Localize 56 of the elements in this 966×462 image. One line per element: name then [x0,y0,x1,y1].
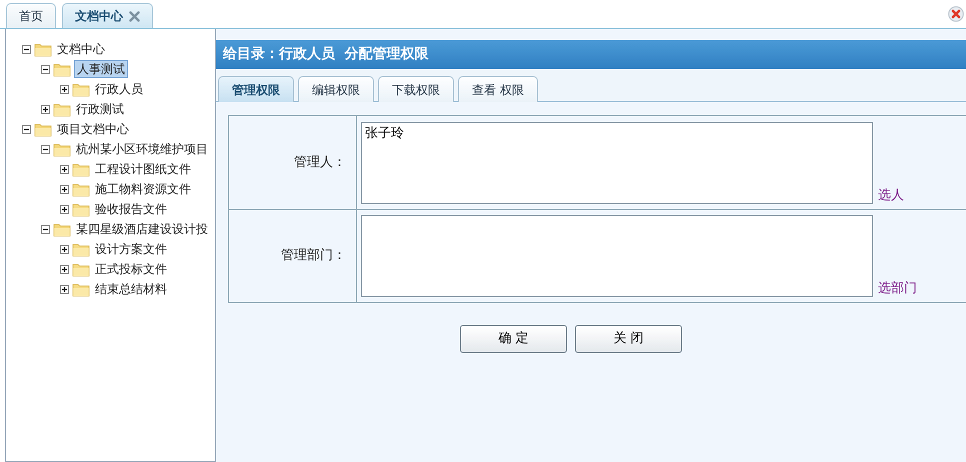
tree-item[interactable]: 正式投标文件 [93,261,169,277]
field-label: 管理部门： [229,210,357,302]
folder-icon [34,122,52,136]
folder-icon [53,62,71,76]
folder-icon [34,42,52,56]
expander-icon[interactable] [41,224,50,234]
close-icon[interactable] [129,10,140,22]
expander-icon[interactable] [22,124,31,134]
expander-icon[interactable] [22,44,31,54]
folder-icon [72,242,90,256]
folder-icon [72,182,90,196]
expander-icon[interactable] [41,64,50,74]
folder-icon [53,102,71,116]
manager-field[interactable]: 张子玲 [361,122,873,204]
tree-item[interactable]: 项目文档中心 [55,121,131,137]
tab[interactable]: 首页 [6,3,56,28]
expander-icon[interactable] [41,144,50,154]
tree-item[interactable]: 验收报告文件 [93,201,169,217]
tree-item[interactable]: 工程设计图纸文件 [93,161,193,177]
tab[interactable]: 查看 权限 [458,76,538,102]
field-label: 管理人： [229,116,357,209]
tree-item[interactable]: 结束总结材料 [93,281,169,297]
confirm-button[interactable]: 确 定 [460,325,567,353]
tree-item[interactable]: 某四星级酒店建设设计投 [74,221,210,237]
tab[interactable]: 管理权限 [218,76,294,102]
close-icon[interactable] [948,6,964,22]
tree-item[interactable]: 施工物料资源文件 [93,181,193,197]
folder-icon [72,162,90,176]
tree-item[interactable]: 设计方案文件 [93,241,169,257]
panel-title: 给目录：行政人员 分配管理权限 [216,40,966,69]
expander-icon[interactable] [60,84,69,94]
folder-icon [53,222,71,236]
tree-item[interactable]: 人事测试 [74,60,128,78]
expander-icon[interactable] [60,284,69,294]
folder-icon [72,82,90,96]
folder-icon [72,262,90,276]
expander-icon[interactable] [41,104,50,114]
tree-item[interactable]: 杭州某小区环境维护项目 [74,141,210,157]
close-button[interactable]: 关 闭 [575,325,682,353]
tree-item[interactable]: 行政测试 [74,101,126,117]
expander-icon[interactable] [60,244,69,254]
tree-item[interactable]: 行政人员 [93,81,145,97]
folder-icon [53,142,71,156]
expander-icon[interactable] [60,164,69,174]
expander-icon[interactable] [60,204,69,214]
tab[interactable]: 下载权限 [378,76,454,102]
expander-icon[interactable] [60,264,69,274]
tree-item[interactable]: 文档中心 [55,41,107,57]
select-person-link[interactable]: 选人 [878,188,904,204]
tab[interactable]: 编辑权限 [298,76,374,102]
folder-icon [72,282,90,296]
select-department-link[interactable]: 选部门 [878,281,917,297]
tab[interactable]: 文档中心 [62,3,153,28]
folder-icon [72,202,90,216]
expander-icon[interactable] [60,184,69,194]
department-field[interactable] [361,215,873,297]
